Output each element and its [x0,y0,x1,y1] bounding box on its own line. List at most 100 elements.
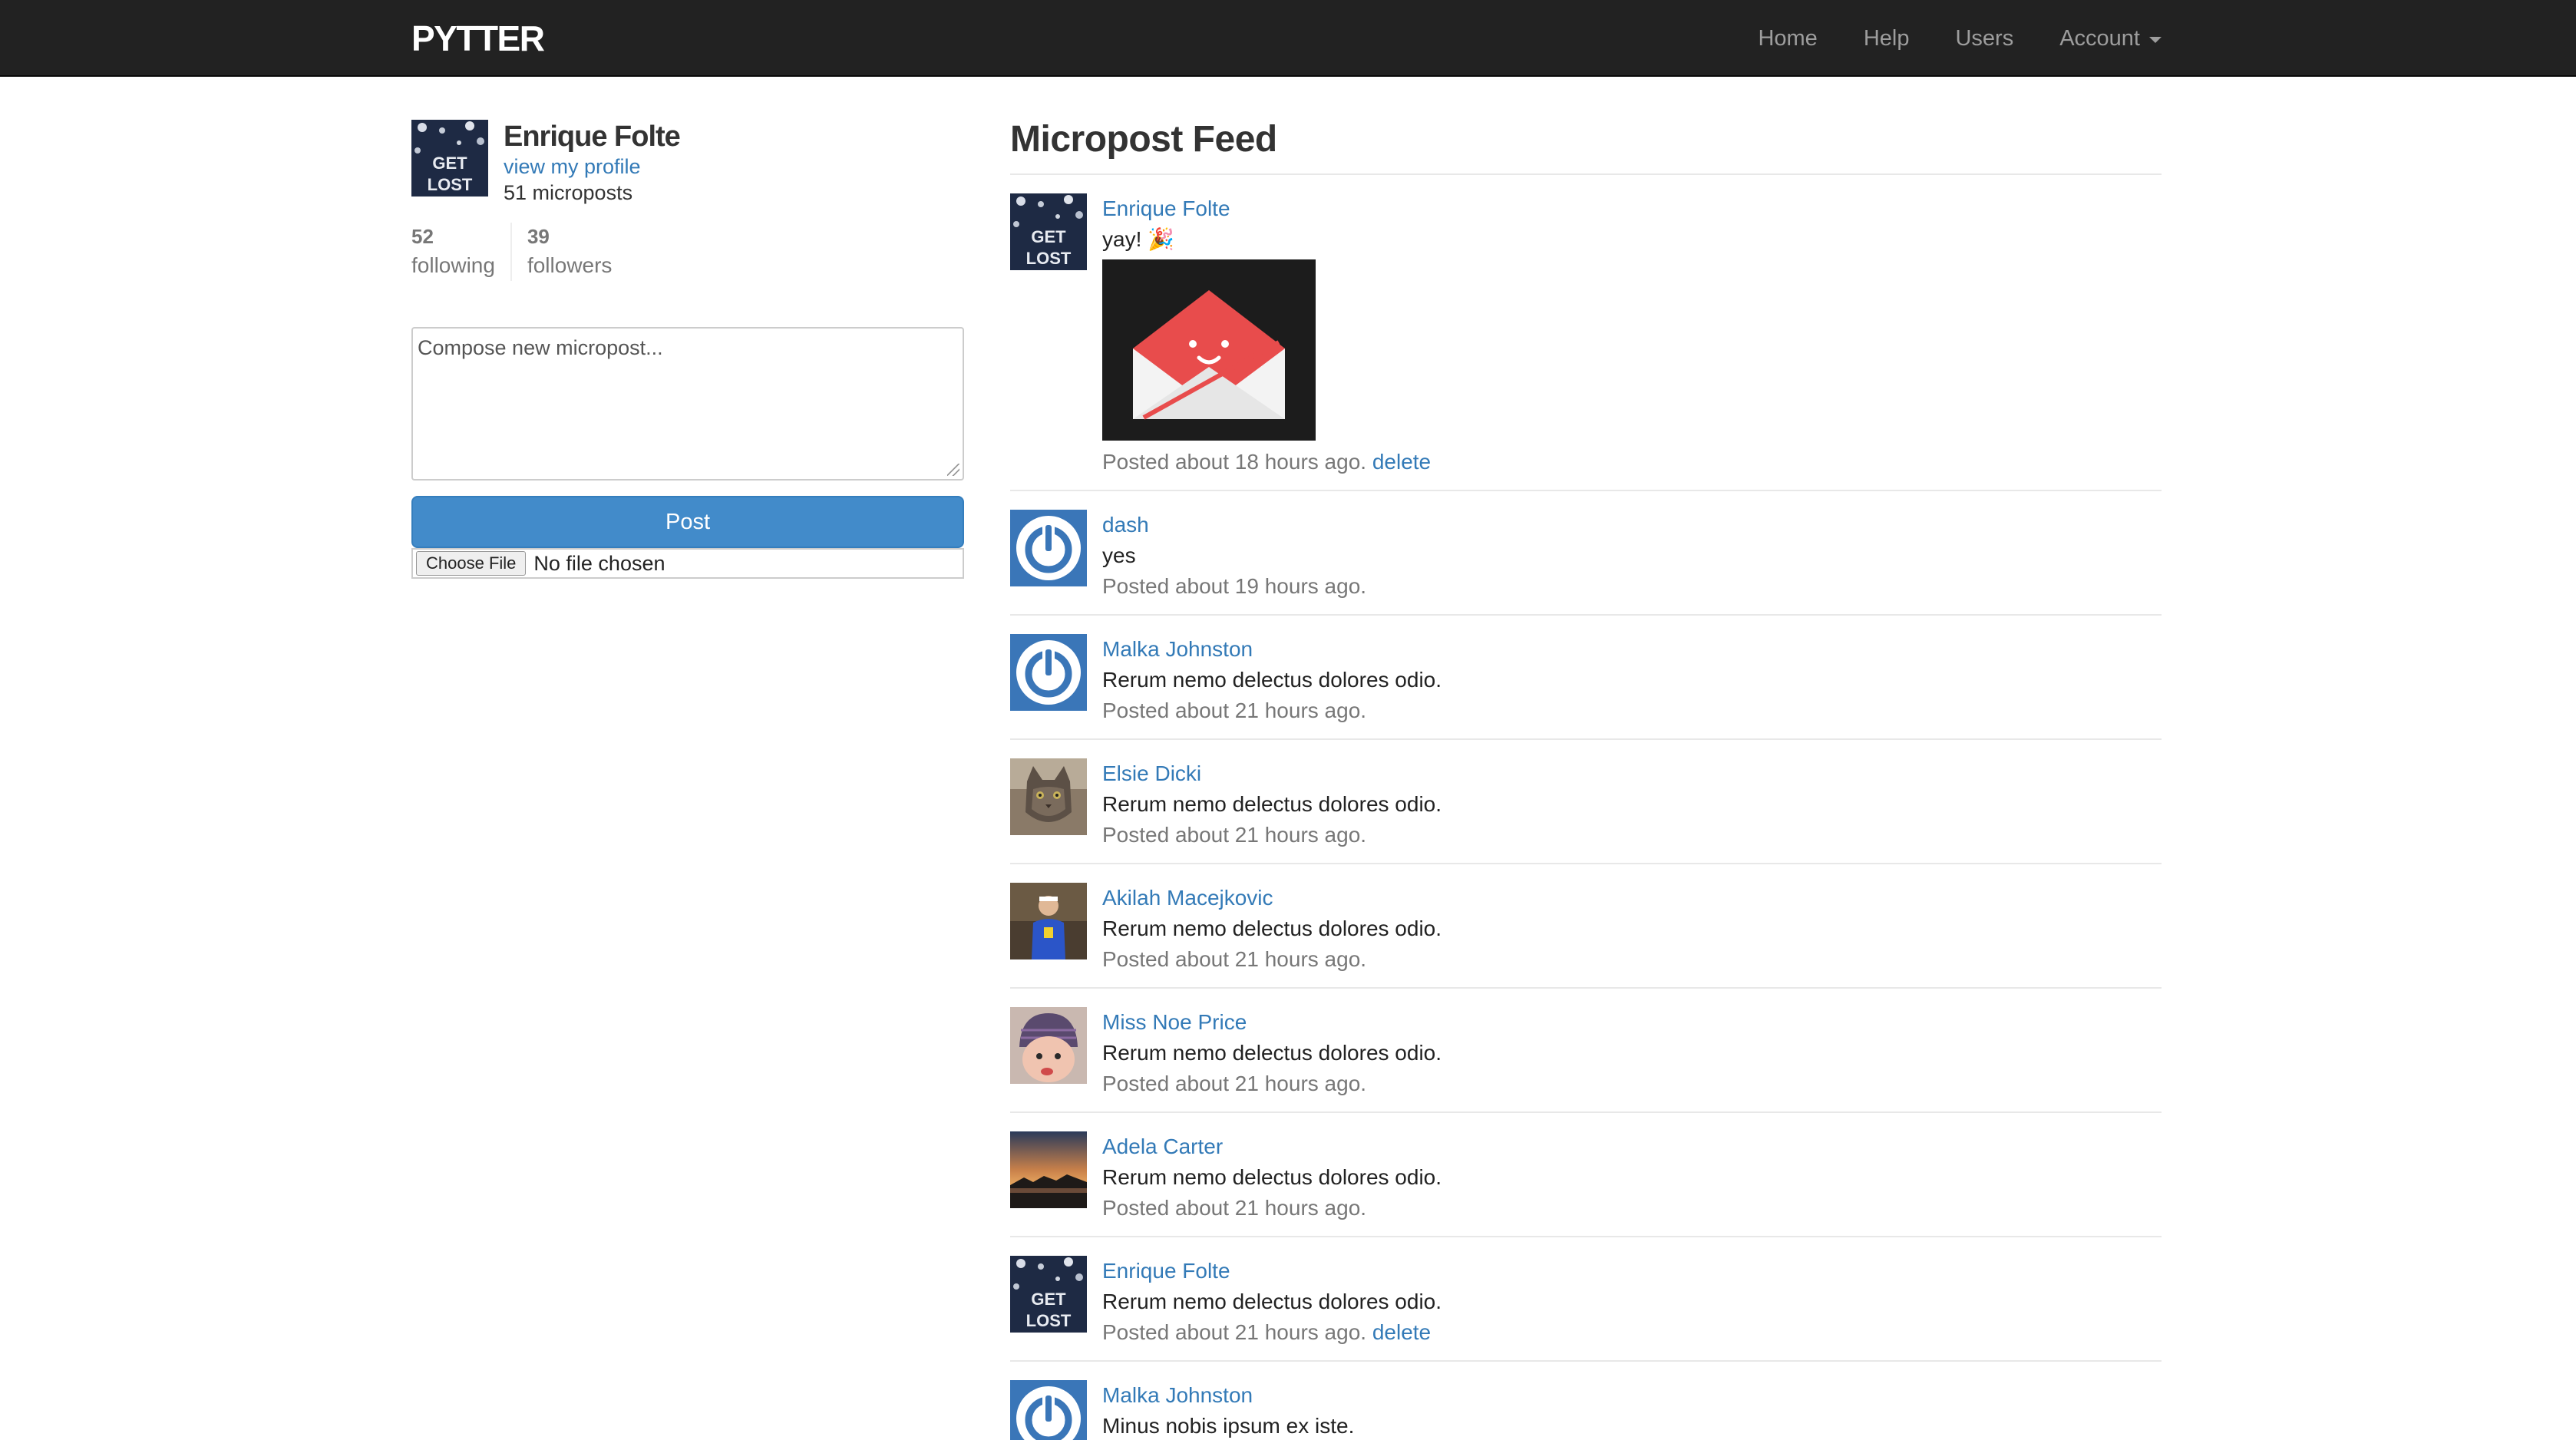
post-body: Adela Carter Rerum nemo delectus dolores… [1102,1131,1442,1224]
post-content: Rerum nemo delectus dolores odio. [1102,1041,1442,1065]
post-body: Malka Johnston Minus nobis ipsum ex iste… [1102,1380,1354,1440]
post-user-link[interactable]: Elsie Dicki [1102,758,1442,789]
post-body: dash yes Posted about 19 hours ago. [1102,510,1366,602]
post-content: Rerum nemo delectus dolores odio. [1102,792,1442,816]
svg-text:GET: GET [432,154,467,173]
micropost-item: Malka Johnston Minus nobis ipsum ex iste… [1010,1362,2162,1440]
micropost-item: GET LOST Enrique Folte Rerum nemo delect… [1010,1237,2162,1362]
post-user-link[interactable]: Enrique Folte [1102,193,1431,224]
user-name: Enrique Folte [504,121,681,153]
post-timestamp: Posted about 21 hours ago. [1102,1196,1367,1220]
power-avatar-icon [1010,634,1087,711]
account-label: Account [2059,26,2140,51]
followers-count: 39 [527,225,550,248]
post-content: Rerum nemo delectus dolores odio. [1102,668,1442,692]
post-timestamp: Posted about 18 hours ago. delete [1102,447,1431,477]
nav-users-link[interactable]: Users [1955,23,2013,54]
post-avatar[interactable] [1010,1131,1087,1208]
followers-stat[interactable]: 39 followers [510,223,627,281]
post-user-link[interactable]: Enrique Folte [1102,1256,1442,1286]
person-avatar-icon [1010,883,1087,959]
post-user-link[interactable]: Malka Johnston [1102,634,1442,665]
envelope-mascot-icon [1102,259,1316,441]
post-content: Rerum nemo delectus dolores odio. [1102,917,1442,940]
micropost-item: Akilah Macejkovic Rerum nemo delectus do… [1010,864,2162,989]
following-label: following [411,253,495,277]
post-body: Enrique Folte Rerum nemo delectus dolore… [1102,1256,1442,1348]
micropost-item: dash yes Posted about 19 hours ago. [1010,491,2162,616]
post-user-link[interactable]: Adela Carter [1102,1131,1442,1162]
nav-home-link[interactable]: Home [1758,23,1817,54]
nav-links: Home Help Users Account [1712,0,2162,77]
post-user-link[interactable]: Miss Noe Price [1102,1007,1442,1038]
microposts-count: 51 microposts [504,181,633,204]
micropost-item: GET LOST Enrique Folte yay! 🎉 Posted abo… [1010,175,2162,491]
brand-logo[interactable]: PYTTER [411,17,545,60]
caret-down-icon [2149,37,2162,43]
top-navbar: PYTTER Home Help Users Account [0,0,2576,77]
post-timestamp: Posted about 21 hours ago. [1102,947,1367,971]
micropost-item: Adela Carter Rerum nemo delectus dolores… [1010,1113,2162,1237]
post-content: Minus nobis ipsum ex iste. [1102,1414,1355,1438]
post-body: Miss Noe Price Rerum nemo delectus dolor… [1102,1007,1442,1099]
user-info: GET LOST Enrique Folte view my profile 5… [411,120,964,206]
svg-text:GET: GET [1031,1290,1066,1309]
post-content: yay! 🎉 [1102,227,1174,251]
post-avatar[interactable]: GET LOST [1010,193,1087,270]
get-lost-avatar-icon: GET LOST [1010,1256,1087,1333]
resize-grip-icon[interactable] [947,464,959,476]
compose-placeholder: Compose new micropost... [418,336,663,359]
user-text: Enrique Folte view my profile 51 micropo… [504,120,681,206]
power-avatar-icon [1010,510,1087,586]
post-user-link[interactable]: Malka Johnston [1102,1380,1354,1411]
post-button[interactable]: Post [411,496,964,548]
feed-title: Micropost Feed [1010,115,2162,175]
delete-post-link[interactable]: delete [1372,1320,1431,1344]
nav-help-link[interactable]: Help [1864,23,1910,54]
post-timestamp: Posted about 21 hours ago. [1102,1072,1367,1095]
following-count: 52 [411,225,434,248]
user-avatar[interactable]: GET LOST [411,120,488,197]
post-avatar[interactable]: GET LOST [1010,1256,1087,1333]
svg-text:LOST: LOST [1026,1311,1072,1330]
post-body: Akilah Macejkovic Rerum nemo delectus do… [1102,883,1442,975]
nav-account-dropdown[interactable]: Account [2059,23,2162,54]
svg-text:GET: GET [1031,227,1066,246]
power-avatar-icon [1010,1380,1087,1440]
compose-micropost-textarea[interactable]: Compose new micropost... [411,327,964,481]
micropost-feed: Micropost Feed GET LOST Enrique Folte ya… [1010,115,2162,1440]
post-avatar[interactable] [1010,1007,1087,1084]
post-avatar[interactable] [1010,634,1087,711]
post-user-link[interactable]: Akilah Macejkovic [1102,883,1442,913]
post-avatar[interactable] [1010,758,1087,835]
post-timestamp: Posted about 19 hours ago. [1102,574,1367,598]
sidebar: GET LOST Enrique Folte view my profile 5… [411,120,964,579]
post-time-text: Posted about 18 hours ago. [1102,450,1367,474]
followers-label: followers [527,253,613,277]
post-avatar[interactable] [1010,1380,1087,1440]
cat-avatar-icon [1010,758,1087,835]
post-avatar[interactable] [1010,883,1087,959]
post-body: Malka Johnston Rerum nemo delectus dolor… [1102,634,1442,726]
delete-post-link[interactable]: delete [1372,450,1431,474]
micropost-item: Elsie Dicki Rerum nemo delectus dolores … [1010,740,2162,864]
following-stat[interactable]: 52 following [411,223,510,281]
micropost-item: Miss Noe Price Rerum nemo delectus dolor… [1010,989,2162,1113]
post-content: Rerum nemo delectus dolores odio. [1102,1290,1442,1313]
post-content: yes [1102,543,1136,567]
post-avatar[interactable] [1010,510,1087,586]
post-user-link[interactable]: dash [1102,510,1366,540]
svg-text:LOST: LOST [1026,249,1072,268]
post-timestamp: Posted about 21 hours ago. delete [1102,1317,1442,1348]
post-image [1102,259,1316,441]
file-input[interactable]: Choose File No file chosen [411,548,964,579]
baby-avatar-icon [1010,1007,1087,1084]
view-profile-link[interactable]: view my profile [504,154,680,180]
choose-file-button[interactable]: Choose File [416,551,527,576]
post-timestamp: Posted about 21 hours ago. [1102,699,1367,722]
micropost-item: Malka Johnston Rerum nemo delectus dolor… [1010,616,2162,740]
get-lost-avatar-icon: GET LOST [411,120,488,197]
file-status: No file chosen [533,551,665,575]
post-timestamp: Posted about 21 hours ago. [1102,823,1367,847]
sunset-avatar-icon [1010,1131,1087,1208]
